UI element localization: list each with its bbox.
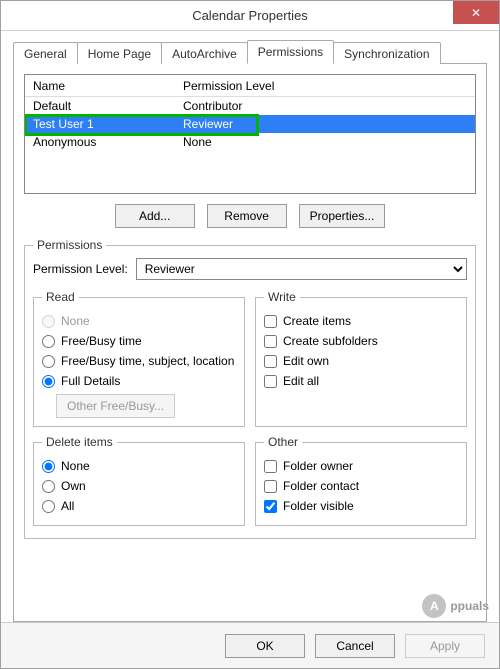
col-header-level[interactable]: Permission Level: [175, 79, 475, 93]
ok-button[interactable]: OK: [225, 634, 305, 658]
read-freebusy-loc-radio[interactable]: [42, 355, 55, 368]
delete-none-label: None: [61, 459, 90, 473]
write-edit-own-checkbox[interactable]: [264, 355, 277, 368]
delete-none-radio[interactable]: [42, 460, 55, 473]
permissions-listbox[interactable]: Name Permission Level Default Contributo…: [24, 74, 476, 194]
folder-owner-checkbox[interactable]: [264, 460, 277, 473]
apply-button: Apply: [405, 634, 485, 658]
delete-all-option[interactable]: All: [42, 497, 236, 515]
cell-level: None: [175, 135, 475, 149]
write-edit-own-option[interactable]: Edit own: [264, 352, 458, 370]
read-full-label: Full Details: [61, 374, 120, 388]
read-full-radio[interactable]: [42, 375, 55, 388]
folder-visible-label: Folder visible: [283, 499, 354, 513]
permission-level-label: Permission Level:: [33, 262, 128, 276]
close-button[interactable]: ✕: [453, 1, 499, 24]
write-create-subfolders-option[interactable]: Create subfolders: [264, 332, 458, 350]
other-fieldset: Other Folder owner Folder contact Folder…: [255, 435, 467, 526]
delete-own-radio[interactable]: [42, 480, 55, 493]
col-header-name[interactable]: Name: [25, 79, 175, 93]
delete-own-option[interactable]: Own: [42, 477, 236, 495]
write-edit-all-label: Edit all: [283, 374, 319, 388]
write-edit-all-checkbox[interactable]: [264, 375, 277, 388]
folder-owner-label: Folder owner: [283, 459, 353, 473]
list-buttons-row: Add... Remove Properties...: [24, 204, 476, 228]
other-folder-visible-option[interactable]: Folder visible: [264, 497, 458, 515]
write-create-items-checkbox[interactable]: [264, 315, 277, 328]
delete-all-radio[interactable]: [42, 500, 55, 513]
permissions-legend: Permissions: [33, 238, 106, 252]
other-legend: Other: [264, 435, 302, 449]
read-none-radio: [42, 315, 55, 328]
read-freebusy-label: Free/Busy time: [61, 334, 142, 348]
permission-level-select[interactable]: Reviewer: [136, 258, 467, 280]
tab-general[interactable]: General: [13, 42, 78, 64]
read-fieldset: Read None Free/Busy time Free/Busy time,…: [33, 290, 245, 427]
delete-none-option[interactable]: None: [42, 457, 236, 475]
write-create-subfolders-label: Create subfolders: [283, 334, 378, 348]
list-row-test-user-1[interactable]: Test User 1 Reviewer: [25, 115, 475, 133]
list-header: Name Permission Level: [25, 75, 475, 97]
other-folder-owner-option[interactable]: Folder owner: [264, 457, 458, 475]
tab-home-page[interactable]: Home Page: [77, 42, 162, 64]
cell-name: Test User 1: [25, 117, 175, 131]
tab-strip: General Home Page AutoArchive Permission…: [13, 39, 487, 63]
write-legend: Write: [264, 290, 300, 304]
permissions-panel: Name Permission Level Default Contributo…: [13, 63, 487, 622]
cell-level: Contributor: [175, 99, 475, 113]
titlebar: Calendar Properties ✕: [1, 1, 499, 31]
permissions-fieldset: Permissions Permission Level: Reviewer R…: [24, 238, 476, 539]
window-title: Calendar Properties: [192, 8, 308, 23]
write-create-items-option[interactable]: Create items: [264, 312, 458, 330]
read-freebusy-loc-option[interactable]: Free/Busy time, subject, location: [42, 352, 236, 370]
read-legend: Read: [42, 290, 79, 304]
folder-visible-checkbox[interactable]: [264, 500, 277, 513]
cell-level: Reviewer: [175, 117, 475, 131]
folder-contact-checkbox[interactable]: [264, 480, 277, 493]
read-freebusy-option[interactable]: Free/Busy time: [42, 332, 236, 350]
read-full-option[interactable]: Full Details: [42, 372, 236, 390]
tab-permissions[interactable]: Permissions: [247, 40, 334, 64]
content-area: General Home Page AutoArchive Permission…: [1, 31, 499, 622]
delete-items-fieldset: Delete items None Own All: [33, 435, 245, 526]
cancel-button[interactable]: Cancel: [315, 634, 395, 658]
cell-name: Anonymous: [25, 135, 175, 149]
write-fieldset: Write Create items Create subfolders Edi…: [255, 290, 467, 427]
write-edit-all-option[interactable]: Edit all: [264, 372, 458, 390]
delete-all-label: All: [61, 499, 74, 513]
read-freebusy-radio[interactable]: [42, 335, 55, 348]
properties-button[interactable]: Properties...: [299, 204, 386, 228]
list-row-default[interactable]: Default Contributor: [25, 97, 475, 115]
delete-other-row: Delete items None Own All: [33, 431, 467, 530]
delete-own-label: Own: [61, 479, 86, 493]
other-free-busy-button: Other Free/Busy...: [56, 394, 175, 418]
dialog-footer: OK Cancel Apply: [1, 622, 499, 668]
permission-level-row: Permission Level: Reviewer: [33, 258, 467, 280]
delete-items-legend: Delete items: [42, 435, 117, 449]
list-row-anonymous[interactable]: Anonymous None: [25, 133, 475, 151]
tab-synchronization[interactable]: Synchronization: [333, 42, 440, 64]
read-write-row: Read None Free/Busy time Free/Busy time,…: [33, 286, 467, 431]
write-create-items-label: Create items: [283, 314, 351, 328]
add-button[interactable]: Add...: [115, 204, 195, 228]
write-create-subfolders-checkbox[interactable]: [264, 335, 277, 348]
remove-button[interactable]: Remove: [207, 204, 287, 228]
read-freebusy-loc-label: Free/Busy time, subject, location: [61, 354, 234, 368]
read-none-option[interactable]: None: [42, 312, 236, 330]
calendar-properties-dialog: Calendar Properties ✕ General Home Page …: [0, 0, 500, 669]
close-icon: ✕: [471, 6, 481, 20]
read-none-label: None: [61, 314, 90, 328]
write-edit-own-label: Edit own: [283, 354, 329, 368]
cell-name: Default: [25, 99, 175, 113]
other-folder-contact-option[interactable]: Folder contact: [264, 477, 458, 495]
tab-autoarchive[interactable]: AutoArchive: [161, 42, 248, 64]
folder-contact-label: Folder contact: [283, 479, 359, 493]
